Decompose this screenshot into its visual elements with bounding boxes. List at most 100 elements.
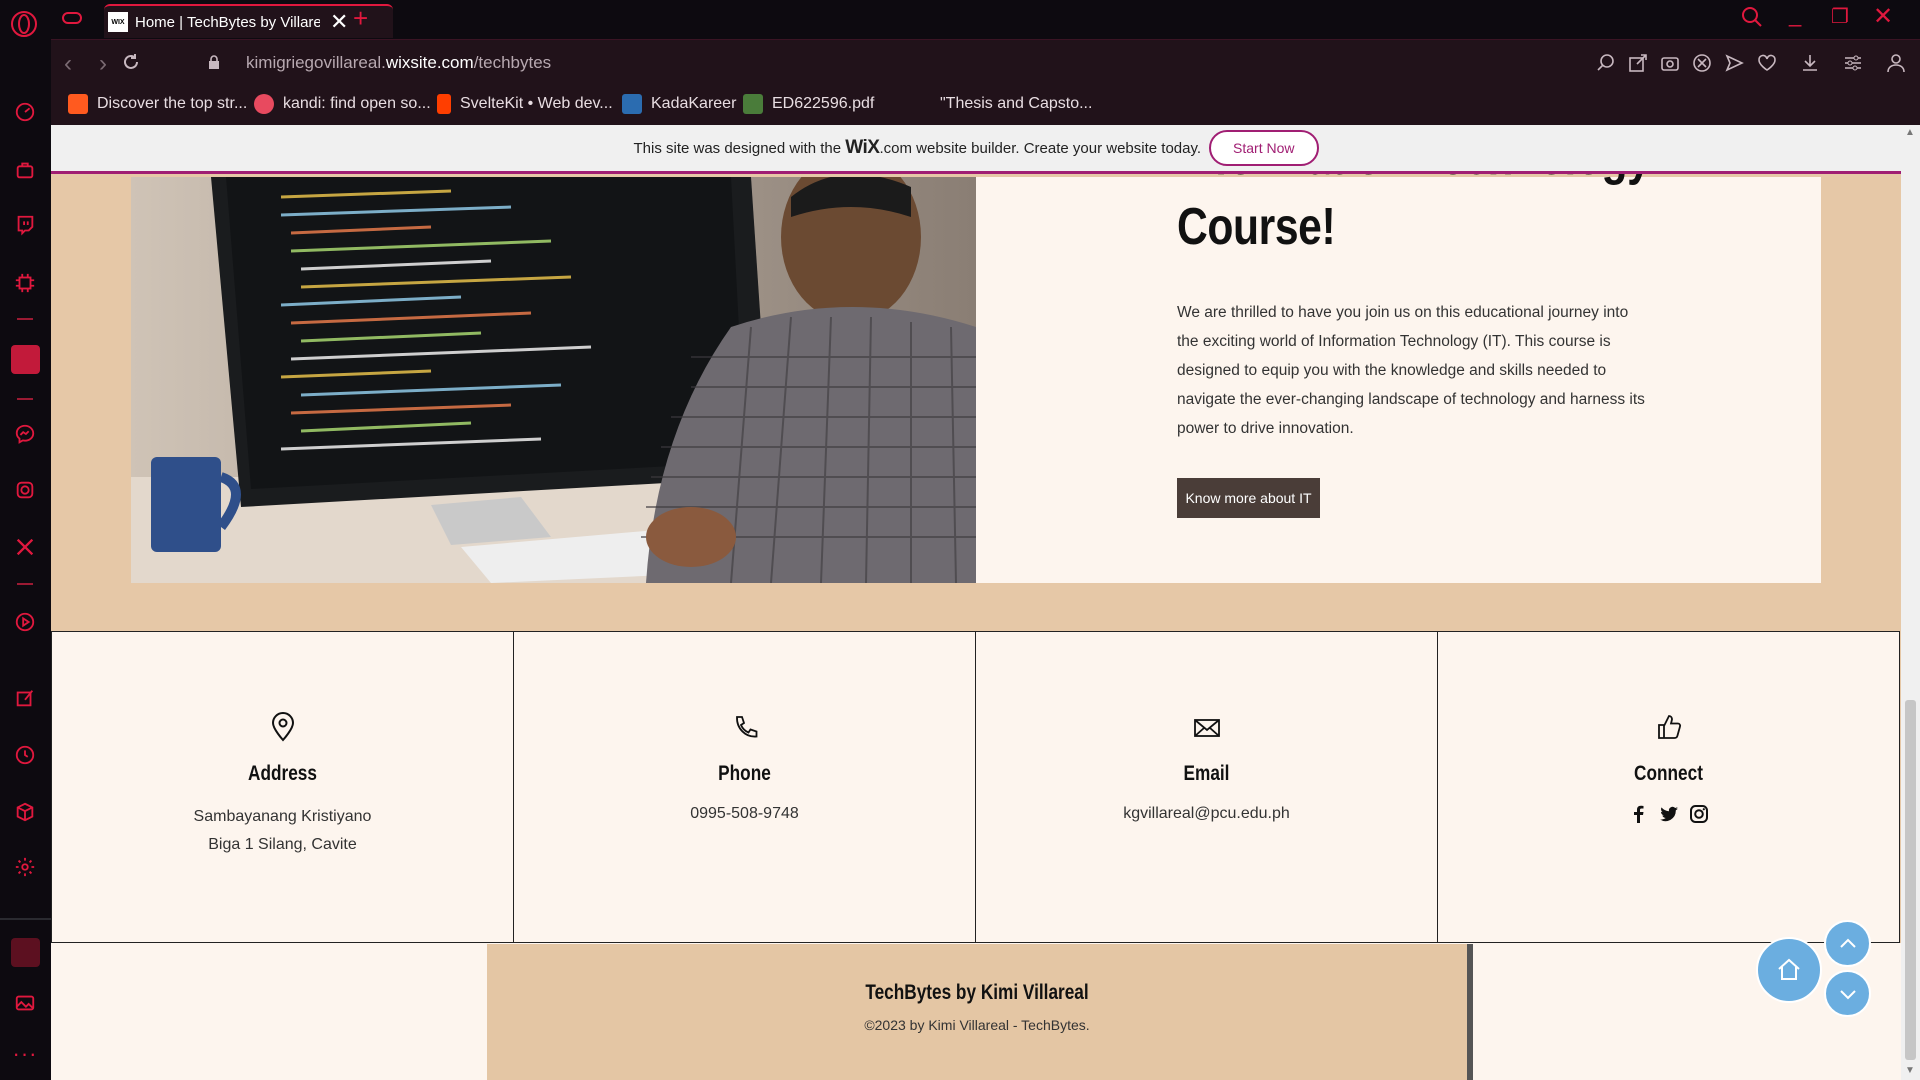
download-icon[interactable] [1800,53,1820,73]
location-pin-icon [271,712,294,742]
wix-promo-banner: This site was designed with the WiX .com … [51,125,1901,174]
ai-assistant-icon[interactable] [11,345,40,374]
send-icon[interactable] [1724,53,1744,73]
sidebar-divider [17,398,33,400]
email-address[interactable]: kgvillareal@pcu.edu.ph [976,800,1437,828]
x-twitter-icon[interactable] [12,534,38,560]
footer-title: TechBytes by Kimi Villareal [865,981,1089,1004]
page-viewport[interactable]: Information Technology Course! We are th… [51,125,1901,1080]
settings-icon[interactable] [12,854,38,880]
svelte-icon [437,94,451,114]
address-text: Sambayanang Kristiyano Biga 1 Silang, Ca… [52,803,513,859]
player-icon[interactable] [12,609,38,635]
shopping-bag-icon[interactable] [12,157,38,183]
bookmark-item[interactable]: Discover the top str... [68,94,247,114]
twitter-icon[interactable] [1659,804,1679,824]
bookmark-label: ED622596.pdf [772,95,875,112]
bookmark-item[interactable]: kandi: find open so... [254,94,431,114]
start-now-button[interactable]: Start Now [1209,130,1319,166]
programmer-photo [131,177,976,583]
sidebar-divider [17,318,33,320]
banner-text: .com website builder. Create your websit… [879,139,1202,157]
pinboard-icon[interactable] [12,685,38,711]
phone-number[interactable]: 0995-508-9748 [514,800,975,828]
bookmark-label: KadaKareer [651,95,737,112]
speed-dial-icon[interactable] [12,99,38,125]
soundcloud-icon [68,94,88,114]
opera-logo-icon[interactable] [10,10,38,38]
url-domain: wixsite.com [385,53,474,72]
scroll-down-button[interactable] [1824,970,1871,1017]
facebook-icon[interactable] [1629,804,1649,824]
chip-icon[interactable] [12,270,38,296]
footer-copyright: ©2023 by Kimi Villareal - TechBytes. [864,1017,1090,1033]
workspace-icon[interactable] [11,938,40,967]
phone-title: Phone [718,762,771,785]
search-tabs-icon[interactable] [1741,6,1763,34]
scroll-down-arrow-icon[interactable]: ▼ [1905,1065,1915,1076]
sidebar-divider [0,918,51,920]
know-more-button[interactable]: Know more about IT [1177,478,1320,518]
eric-pdf-icon [743,94,763,114]
email-title: Email [1183,762,1230,785]
connect-title: Connect [1634,762,1703,785]
snapshot-icon[interactable] [1660,53,1680,73]
hero-description: We are thrilled to have you join us on t… [1177,304,1645,437]
more-icon[interactable]: ··· [12,1041,38,1067]
address-line: Sambayanang Kristiyano [193,808,372,825]
share-icon[interactable] [1628,53,1648,73]
bookmark-item[interactable]: KadaKareer [622,94,736,114]
history-icon[interactable] [12,742,38,768]
tab-strip: WIX Home | TechBytes by Villareal ✕ + _ … [51,0,1920,39]
scroll-up-button[interactable] [1824,920,1871,967]
heart-icon[interactable] [1757,53,1777,73]
kadakareer-icon [622,94,642,114]
easy-setup-icon[interactable] [1843,53,1863,73]
address-bar: ‹ › kimigriegovillareal.wixsite.com/tech… [51,39,1920,85]
tab-active[interactable]: WIX Home | TechBytes by Villareal ✕ [104,4,393,38]
tab-title: Home | TechBytes by Villareal [135,13,320,31]
url-field[interactable]: kimigriegovillareal.wixsite.com/techbyte… [246,53,551,73]
sidebar-divider [17,583,33,585]
chevron-down-icon [1839,989,1856,999]
scrollbar-thumb[interactable] [1905,700,1916,1060]
close-window-icon[interactable]: ✕ [1873,2,1893,31]
reload-icon[interactable] [121,52,141,72]
ad-blocker-icon[interactable] [1692,53,1712,73]
gallery-icon[interactable] [12,990,38,1016]
messenger-icon[interactable] [12,421,38,447]
page-scrollbar[interactable]: ▲ ▼ [1901,125,1920,1080]
lock-icon[interactable] [208,55,220,69]
scroll-up-arrow-icon[interactable]: ▲ [1905,127,1915,138]
gamepad-icon[interactable] [62,10,82,26]
envelope-icon [1193,719,1220,737]
kandi-icon [254,94,274,114]
bookmark-item[interactable]: "Thesis and Capsto... [911,94,1092,114]
bookmarks-bar: Discover the top str... kandi: find open… [51,85,1920,125]
connect-card: Connect [1437,631,1900,943]
bookmark-label: SvelteKit • Web dev... [460,95,613,112]
forward-icon[interactable]: › [99,50,107,78]
phone-card: Phone 0995-508-9748 [513,631,976,943]
instagram-icon[interactable] [12,477,38,503]
twitch-icon[interactable] [12,212,38,238]
extensions-icon[interactable] [12,799,38,825]
tab-close-icon[interactable]: ✕ [330,11,348,33]
wix-favicon-icon: WIX [108,12,128,32]
page-search-icon[interactable] [1596,53,1616,73]
bookmark-item[interactable]: SvelteKit • Web dev... [437,94,613,114]
new-tab-icon[interactable]: + [353,5,368,31]
minimize-icon[interactable]: _ [1789,2,1801,28]
back-icon[interactable]: ‹ [64,50,72,78]
address-card: Address Sambayanang Kristiyano Biga 1 Si… [51,631,514,943]
bookmark-item[interactable]: ED622596.pdf [743,94,874,114]
home-button[interactable] [1756,937,1822,1003]
document-icon [911,94,931,114]
banner-text: This site was designed with the [633,139,842,157]
social-links [1629,804,1709,824]
instagram-icon[interactable] [1689,804,1709,824]
restore-icon[interactable]: ❐ [1831,4,1849,29]
email-card: Email kgvillareal@pcu.edu.ph [975,631,1438,943]
bookmark-label: "Thesis and Capsto... [940,95,1093,112]
profile-icon[interactable] [1886,53,1906,73]
